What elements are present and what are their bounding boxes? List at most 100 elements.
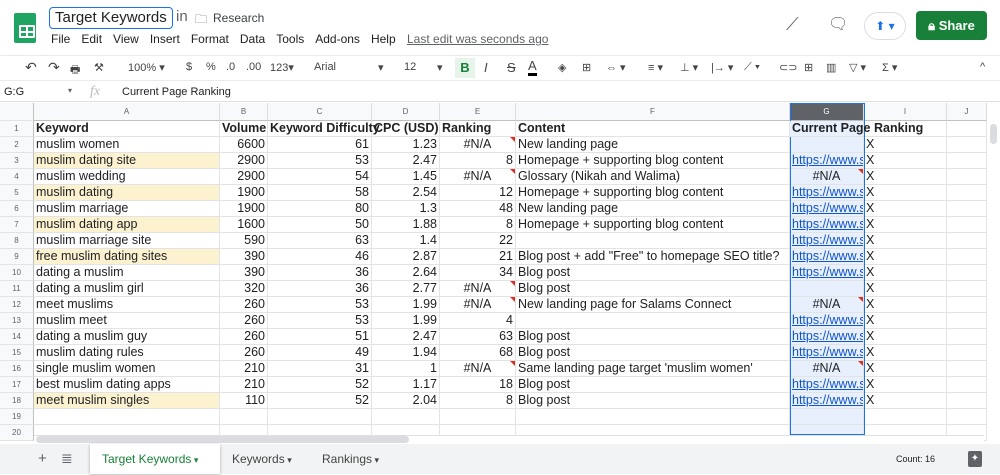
cell[interactable]: X [864,361,947,377]
cell[interactable]: 2.77 [372,281,440,297]
filter-icon[interactable]: ▽ ▾ [849,61,866,74]
cell[interactable]: 61 [268,137,372,153]
row-header[interactable]: 4 [0,169,34,185]
url-link[interactable]: https://www.s [790,313,864,329]
menu-view[interactable]: View [113,32,139,46]
sheet-tab-keywords[interactable]: Keywords ▾ [220,444,310,474]
cell[interactable]: single muslim women [34,361,220,377]
cell[interactable]: 80 [268,201,372,217]
paint-format-icon[interactable]: ⚒ [94,61,104,74]
cell[interactable]: muslim dating app [34,217,220,233]
cell[interactable]: 52 [268,377,372,393]
cell[interactable]: 51 [268,329,372,345]
column-header-A[interactable]: A [34,103,220,121]
cell[interactable]: 22 [440,233,516,249]
activity-trend-icon[interactable]: ⟋ [786,14,799,35]
cell[interactable]: 390 [220,249,268,265]
merge-cells-icon[interactable]: ⇔ ▾ [606,61,626,74]
cell[interactable] [790,281,864,297]
vertical-scroll-thumb[interactable] [990,124,997,144]
cell[interactable]: New landing page [516,201,790,217]
cell[interactable]: Blog post [516,377,790,393]
cell[interactable]: Blog post [516,265,790,281]
cell[interactable]: 50 [268,217,372,233]
collapse-toolbar-icon[interactable]: ^ [980,61,985,73]
cell[interactable] [947,345,987,361]
url-link[interactable]: https://www.s [790,377,864,393]
italic-button[interactable]: I [484,60,488,75]
cell[interactable] [268,409,372,425]
cell[interactable]: X [864,137,947,153]
cell[interactable]: muslim dating [34,185,220,201]
column-title-cell[interactable]: Ranking [440,121,516,137]
cell[interactable]: Blog post [516,329,790,345]
cell[interactable]: X [864,313,947,329]
cell[interactable]: X [864,233,947,249]
row-header[interactable]: 20 [0,425,34,441]
cell[interactable]: X [864,377,947,393]
cell[interactable] [947,393,987,409]
row-header[interactable]: 14 [0,329,34,345]
url-link[interactable]: https://www.s [790,329,864,345]
cell[interactable] [947,217,987,233]
row-header[interactable]: 3 [0,153,34,169]
cell[interactable]: Same landing page target 'muslim women' [516,361,790,377]
cell[interactable]: 63 [440,329,516,345]
menu-help[interactable]: Help [371,32,396,46]
cell[interactable] [516,409,790,425]
cell[interactable]: #N/A [790,169,864,185]
url-link[interactable]: https://www.s [790,393,864,409]
cell[interactable]: Blog post [516,345,790,361]
font-select[interactable]: Arial [314,61,336,73]
row-header[interactable]: 2 [0,137,34,153]
cell[interactable]: 2.87 [372,249,440,265]
cell[interactable] [947,297,987,313]
cell[interactable]: best muslim dating apps [34,377,220,393]
horizontal-scroll-thumb[interactable] [36,436,409,443]
cell[interactable]: 1.94 [372,345,440,361]
sheet-tab-dropdown-icon[interactable]: ▾ [285,455,292,465]
cell[interactable] [947,361,987,377]
cell[interactable] [947,313,987,329]
cell[interactable]: Homepage + supporting blog content [516,185,790,201]
sheet-tab-target-keywords[interactable]: Target Keywords ▾ [90,444,220,474]
cell[interactable]: 49 [268,345,372,361]
cell[interactable]: muslim dating site [34,153,220,169]
cell[interactable]: 46 [268,249,372,265]
cell[interactable]: 390 [220,265,268,281]
name-box-dropdown-icon[interactable]: ▾ [68,86,72,95]
cell[interactable]: meet muslim singles [34,393,220,409]
column-title-cell[interactable]: Content [516,121,790,137]
cell[interactable]: New landing page for Salams Connect [516,297,790,313]
font-size-select[interactable]: 12 [404,61,416,73]
undo-icon[interactable]: ↶ [25,59,37,76]
cell[interactable] [947,329,987,345]
cell[interactable]: X [864,265,947,281]
cell[interactable]: #N/A [440,169,516,185]
cell[interactable] [372,409,440,425]
url-link[interactable]: https://www.s [790,201,864,217]
strikethrough-button[interactable]: S [507,60,516,75]
cell[interactable]: 1900 [220,201,268,217]
cell[interactable]: X [864,329,947,345]
cell[interactable]: 1.4 [372,233,440,249]
insert-chart-icon[interactable]: ▥ [826,61,836,74]
cell[interactable]: 36 [268,265,372,281]
column-title-cell[interactable]: Keyword [34,121,220,137]
cell[interactable] [947,265,987,281]
cell[interactable]: 2900 [220,153,268,169]
bold-button[interactable]: B [455,58,475,78]
cell[interactable]: 320 [220,281,268,297]
column-header-I[interactable]: I [864,103,947,121]
cell[interactable]: Blog post + add "Free" to homepage SEO t… [516,249,790,265]
cell[interactable]: 1.99 [372,313,440,329]
menu-data[interactable]: Data [240,32,265,46]
cell[interactable]: 260 [220,345,268,361]
row-header[interactable]: 6 [0,201,34,217]
cell[interactable] [947,201,987,217]
sheets-logo[interactable] [14,13,36,43]
cell[interactable]: 1900 [220,185,268,201]
menu-format[interactable]: Format [191,32,229,46]
cell[interactable]: X [864,297,947,313]
cell[interactable]: 2.64 [372,265,440,281]
